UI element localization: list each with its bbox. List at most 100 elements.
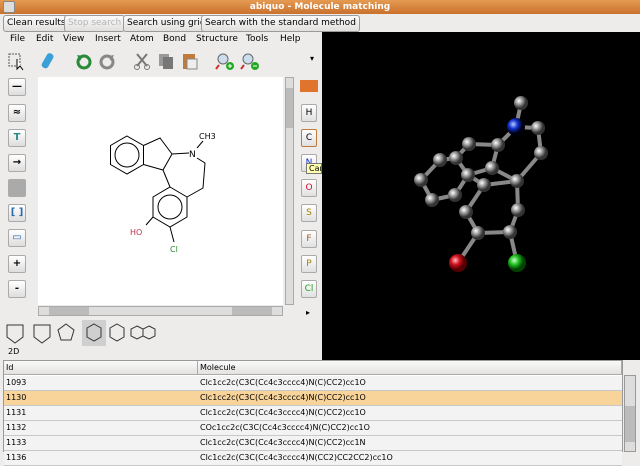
atom-sphere (503, 225, 517, 239)
atom-cl-button[interactable]: Cl (301, 280, 317, 298)
eraser-icon[interactable] (38, 51, 58, 71)
copy-icon[interactable] (156, 51, 176, 71)
mode-status: 2D (8, 347, 20, 356)
table-row[interactable]: 1130 Clc1cc2c(C3C(Cc4c3cccc4)N(C)CC2)cc1O (4, 391, 622, 406)
atom-f-button[interactable]: F (301, 230, 317, 248)
menu-bond[interactable]: Bond (163, 34, 186, 44)
menu-structure[interactable]: Structure (196, 34, 238, 44)
zoom-in-icon[interactable] (215, 51, 235, 71)
table-row[interactable]: 1131 Clc1cc2c(C3C(Cc4c3cccc4)N(C)CC2)cc1O (4, 406, 622, 421)
redo-icon[interactable] (97, 51, 117, 71)
atom-label-ch3: CH3 (199, 132, 216, 141)
atom-sphere (477, 178, 491, 192)
cell-molecule: Clc1cc2c(C3C(Cc4c3cccc4)N(CC2)CC2CC2)cc1… (200, 453, 393, 462)
select-icon[interactable] (7, 51, 27, 71)
template-bar (6, 320, 156, 346)
cell-molecule: Clc1cc2c(C3C(Cc4c3cccc4)N(C)CC2)cc1O (200, 408, 366, 417)
app-menu-icon[interactable] (3, 1, 15, 13)
atom-sphere (449, 151, 463, 165)
template-pyrrole[interactable] (33, 324, 51, 344)
menu-tools[interactable]: Tools (246, 34, 268, 44)
arrow-tool[interactable]: → (8, 154, 26, 172)
table-row[interactable]: 1133 Clc1cc2c(C3C(Cc4c3cccc4)N(C)CC2)cc1N (4, 436, 622, 451)
toolbar-overflow-icon[interactable]: ▾ (310, 54, 314, 63)
title-bar: abiquo - Molecule matching (0, 0, 640, 14)
atom-label-n: N (189, 150, 196, 160)
window-title: abiquo - Molecule matching (249, 2, 391, 12)
column-header-id[interactable]: Id (4, 361, 198, 375)
atom-c-button[interactable]: C (301, 129, 317, 147)
atom-sphere (511, 203, 525, 217)
atom-sphere (449, 254, 467, 272)
periodic-table-icon[interactable] (300, 80, 318, 92)
atom-p-button[interactable]: P (301, 255, 317, 273)
zoom-out-icon[interactable] (240, 51, 260, 71)
cell-molecule: Clc1cc2c(C3C(Cc4c3cccc4)N(C)CC2)cc1O (200, 378, 366, 387)
template-pentagon-open[interactable] (6, 324, 24, 344)
paste-icon[interactable] (180, 51, 200, 71)
canvas-vertical-scrollbar[interactable] (285, 77, 294, 305)
wavy-bond-tool[interactable]: ≈ (8, 104, 26, 122)
atom-sphere (461, 168, 475, 182)
results-table: Id Molecule 1093 Clc1cc2c(C3C(Cc4c3cccc4)… (3, 360, 623, 466)
canvas-horizontal-scrollbar[interactable] (38, 306, 283, 316)
charge-minus-tool[interactable]: - (8, 280, 26, 298)
cell-id: 1133 (6, 438, 27, 447)
toolbar: ▾ (0, 48, 322, 74)
clean-results-button[interactable]: Clean results (3, 15, 70, 32)
menu-file[interactable]: File (10, 34, 25, 44)
cell-id: 1136 (6, 453, 27, 462)
cell-id: 1093 (6, 378, 27, 387)
atom-sphere (414, 173, 428, 187)
menu-bar: File Edit View Insert Atom Bond Structur… (0, 33, 322, 47)
atom-sphere (507, 118, 525, 136)
table-row[interactable]: 1136 Clc1cc2c(C3C(Cc4c3cccc4)N(CC2)CC2CC2… (4, 451, 622, 466)
menu-edit[interactable]: Edit (36, 34, 53, 44)
cell-molecule: Clc1cc2c(C3C(Cc4c3cccc4)N(C)CC2)cc1N (200, 438, 366, 447)
template-cyclopentane[interactable] (57, 323, 75, 341)
single-bond-tool[interactable]: — (8, 78, 26, 96)
atom-sphere (514, 96, 528, 110)
search-standard-button[interactable]: Search with the standard method (201, 15, 360, 32)
template-benzene[interactable] (109, 323, 125, 342)
cut-icon[interactable] (132, 51, 152, 71)
text-tool[interactable]: T (8, 129, 26, 147)
atom-o-button[interactable]: O (301, 179, 317, 197)
atom-label-ho: HO (130, 228, 142, 237)
atom-sphere (508, 254, 526, 272)
atom-sphere (425, 193, 439, 207)
table-row[interactable]: 1132 COc1cc2c(C3C(Cc4c3cccc4)N(C)CC2)cc1O (4, 421, 622, 436)
3d-viewer[interactable] (322, 32, 640, 360)
search-grid-button[interactable]: Search using grid (123, 15, 210, 32)
molecule-3d (414, 96, 548, 272)
cell-id: 1131 (6, 408, 27, 417)
atom-s-button[interactable]: S (301, 204, 317, 222)
atom-sphere (433, 153, 447, 167)
bracket-n-tool[interactable] (8, 179, 26, 197)
stop-search-button[interactable]: Stop search (64, 15, 126, 32)
cell-molecule: Clc1cc2c(C3C(Cc4c3cccc4)N(C)CC2)cc1O (200, 393, 366, 402)
bracket-tool[interactable]: [ ] (8, 204, 26, 222)
undo-icon[interactable] (74, 51, 94, 71)
menu-atom[interactable]: Atom (130, 34, 154, 44)
tooltip: Car (306, 163, 322, 174)
menu-view[interactable]: View (63, 34, 84, 44)
atom-h-button[interactable]: H (301, 104, 317, 122)
rectangle-tool[interactable]: ▭ (8, 229, 26, 247)
column-header-molecule[interactable]: Molecule (198, 361, 622, 375)
drawing-canvas[interactable]: N CH3 HO Cl (38, 77, 283, 305)
charge-plus-tool[interactable]: + (8, 255, 26, 273)
cell-id: 1130 (6, 393, 27, 402)
atom-sphere (448, 188, 462, 202)
more-atoms-arrow-icon[interactable]: ▸ (306, 308, 310, 317)
menu-help[interactable]: Help (280, 34, 301, 44)
atom-sphere (491, 138, 505, 152)
atom-sphere (531, 121, 545, 135)
table-row[interactable]: 1093 Clc1cc2c(C3C(Cc4c3cccc4)N(C)CC2)cc1O (4, 376, 622, 391)
menu-insert[interactable]: Insert (95, 34, 121, 44)
atom-sphere (485, 161, 499, 175)
atom-sphere (471, 226, 485, 240)
table-scrollbar[interactable] (624, 375, 636, 452)
atom-sphere (534, 146, 548, 160)
template-naphthalene[interactable] (130, 325, 144, 340)
